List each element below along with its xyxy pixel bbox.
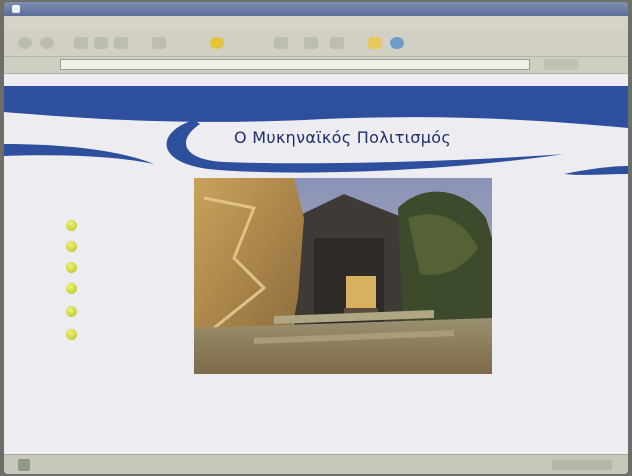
menu-item-tools[interactable] — [108, 18, 130, 27]
bullet-icon — [66, 283, 77, 294]
monitor-screen: Ο Μυκηναϊκός Πολιτισμός — [4, 2, 628, 474]
window-titlebar — [4, 2, 628, 16]
web-page: Ο Μυκηναϊκός Πολιτισμός — [4, 74, 628, 454]
history-icon[interactable] — [274, 37, 288, 49]
nav-item-6[interactable] — [66, 329, 156, 341]
bullet-icon — [66, 220, 77, 231]
menu-item-view[interactable] — [54, 18, 76, 27]
tomb-photo-image — [194, 178, 492, 374]
page-title: Ο Μυκηναϊκός Πολιτισμός — [234, 128, 452, 147]
status-bar — [4, 454, 628, 474]
window-icon — [12, 5, 20, 13]
bullet-icon — [66, 329, 77, 340]
menu-item-favorites[interactable] — [80, 18, 102, 27]
nav-title — [76, 202, 166, 210]
stop-icon[interactable] — [74, 37, 88, 49]
right-swoosh — [564, 166, 628, 175]
address-input[interactable] — [60, 59, 530, 70]
bullet-icon — [66, 306, 77, 317]
go-button[interactable] — [544, 59, 578, 70]
home-icon[interactable] — [114, 37, 128, 49]
print-icon[interactable] — [330, 37, 344, 49]
folder-icon[interactable] — [368, 37, 382, 49]
left-swoosh — [4, 144, 154, 164]
menu-item-file[interactable] — [10, 18, 32, 27]
bullet-icon — [66, 262, 77, 273]
tomb-photo — [194, 178, 492, 374]
search-icon[interactable] — [152, 37, 166, 49]
security-zone — [552, 460, 612, 470]
nav-item-2[interactable] — [66, 241, 156, 253]
back-icon[interactable] — [18, 37, 32, 49]
browser-toolbar — [4, 30, 628, 57]
bullet-icon — [66, 241, 77, 252]
refresh-icon[interactable] — [94, 37, 108, 49]
address-bar — [4, 57, 628, 74]
banner-stripe — [4, 86, 628, 128]
favorites-star-icon[interactable] — [210, 37, 224, 49]
mail-icon[interactable] — [304, 37, 318, 49]
status-icon — [18, 459, 30, 471]
forward-icon[interactable] — [40, 37, 54, 49]
menu-item-edit[interactable] — [32, 18, 54, 27]
nav-item-4[interactable] — [66, 283, 156, 295]
globe-icon[interactable] — [390, 37, 404, 49]
nav-item-5[interactable] — [66, 306, 156, 318]
menu-bar — [4, 16, 628, 30]
nav-item-3[interactable] — [66, 262, 156, 274]
nav-item-1[interactable] — [66, 220, 156, 232]
menu-item-help[interactable] — [130, 18, 152, 27]
